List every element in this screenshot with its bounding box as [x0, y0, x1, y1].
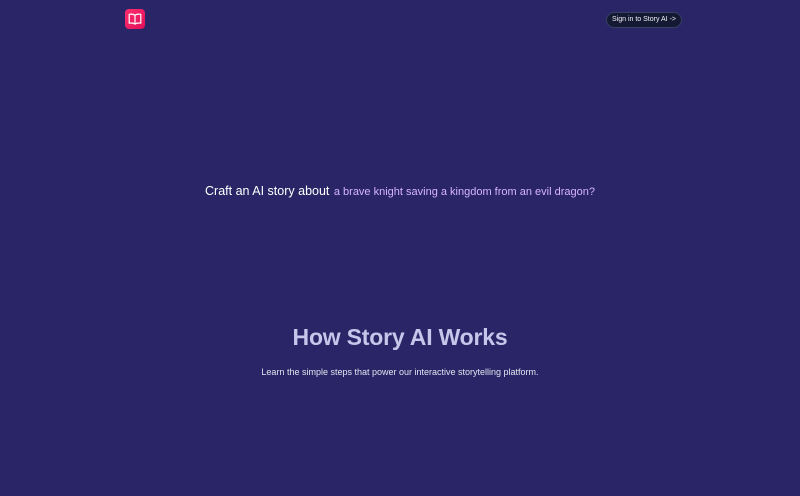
how-it-works-subtitle: Learn the simple steps that power our in… — [261, 367, 539, 377]
hero-prompt: Craft an AI story about a brave knight s… — [0, 182, 800, 200]
hero-lead-text: Craft an AI story about — [205, 184, 330, 198]
how-it-works-title: How Story AI Works — [292, 324, 508, 350]
book-open-icon — [128, 13, 142, 25]
hero-topic-text: a brave knight saving a kingdom from an … — [333, 186, 595, 198]
app-logo[interactable] — [125, 9, 145, 29]
sign-in-button[interactable]: Sign in to Story AI -> — [606, 12, 682, 28]
